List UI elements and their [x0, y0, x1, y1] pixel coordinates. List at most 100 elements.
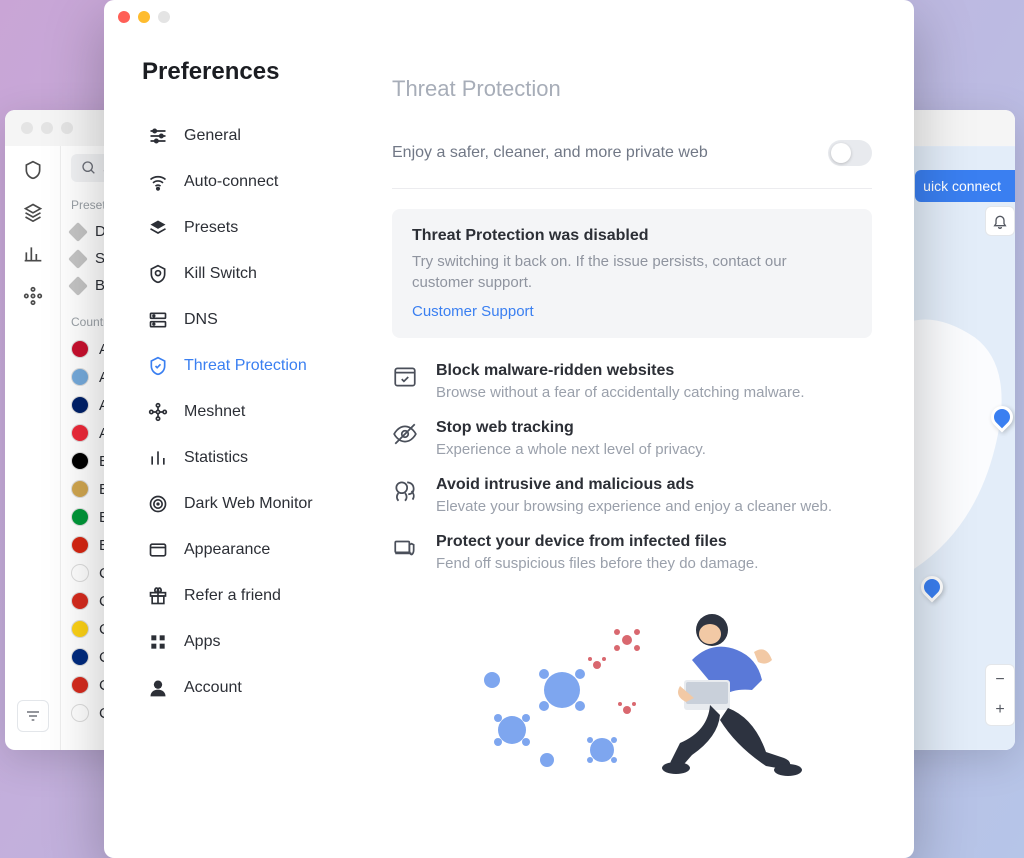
toggle-label: Enjoy a safer, cleaner, and more private…: [392, 144, 708, 162]
nav-item-general[interactable]: General: [142, 118, 354, 154]
feature-icon: [392, 364, 418, 390]
quick-connect-button[interactable]: uick connect: [915, 170, 1015, 202]
feature-item: Block malware-ridden websitesBrowse with…: [392, 362, 872, 401]
notifications-button[interactable]: [985, 206, 1015, 236]
nav-label: Refer a friend: [184, 587, 281, 605]
feature-icon: [392, 478, 418, 504]
illustration: [392, 590, 872, 790]
nav-label: Kill Switch: [184, 265, 257, 283]
preferences-main: Threat Protection Enjoy a safer, cleaner…: [364, 34, 914, 858]
nav-item-refer-a-friend[interactable]: Refer a friend: [142, 578, 354, 614]
nav-label: Presets: [184, 219, 238, 237]
mesh-icon[interactable]: [23, 286, 43, 306]
bg-left-rail: [5, 146, 61, 750]
nav-item-dns[interactable]: DNS: [142, 302, 354, 338]
flag-icon: [71, 368, 89, 386]
nav-item-apps[interactable]: Apps: [142, 624, 354, 660]
feature-list: Block malware-ridden websitesBrowse with…: [392, 362, 872, 572]
feature-item: Avoid intrusive and malicious adsElevate…: [392, 476, 872, 515]
flag-icon: [71, 396, 89, 414]
nav-label: Apps: [184, 633, 220, 651]
shield-icon: [148, 356, 168, 376]
gift-icon: [148, 586, 168, 606]
stats-icon[interactable]: [23, 244, 43, 264]
nav-label: General: [184, 127, 241, 145]
feature-item: Protect your device from infected files F…: [392, 533, 872, 572]
feature-icon: [392, 535, 418, 561]
mesh-icon: [148, 402, 168, 422]
sliders-icon: [25, 708, 41, 724]
alert-text: Try switching it back on. If the issue p…: [412, 251, 852, 293]
nav-label: Appearance: [184, 541, 270, 559]
threat-protection-toggle-row: Enjoy a safer, cleaner, and more private…: [392, 140, 872, 166]
zoom-control[interactable]: −+: [985, 664, 1015, 726]
zoom-in-icon[interactable]: +: [995, 701, 1004, 719]
flag-icon: [71, 424, 89, 442]
bell-icon: [992, 213, 1008, 229]
feature-title: Avoid intrusive and malicious ads: [436, 476, 832, 494]
page-title: Threat Protection: [392, 76, 872, 102]
traffic-light-zoom[interactable]: [158, 11, 170, 23]
target-icon: [148, 494, 168, 514]
server-icon: [148, 310, 168, 330]
filter-button[interactable]: [17, 700, 49, 732]
nav-label: Meshnet: [184, 403, 245, 421]
nav-item-dark-web-monitor[interactable]: Dark Web Monitor: [142, 486, 354, 522]
nav-label: Dark Web Monitor: [184, 495, 313, 513]
nav-item-auto-connect[interactable]: Auto-connect: [142, 164, 354, 200]
nav-item-threat-protection[interactable]: Threat Protection: [142, 348, 354, 384]
search-icon: [81, 160, 97, 176]
flag-icon: [71, 676, 89, 694]
window-icon: [148, 540, 168, 560]
wifi-icon: [148, 172, 168, 192]
flag-icon: [71, 340, 89, 358]
customer-support-link[interactable]: Customer Support: [412, 303, 852, 320]
feature-title: Block malware-ridden websites: [436, 362, 805, 380]
nav-item-appearance[interactable]: Appearance: [142, 532, 354, 568]
user-icon: [148, 678, 168, 698]
nav-item-kill-switch[interactable]: Kill Switch: [142, 256, 354, 292]
feature-title: Protect your device from infected files: [436, 533, 758, 551]
divider: [392, 188, 872, 189]
grid-icon: [148, 632, 168, 652]
shield-off-icon: [148, 264, 168, 284]
nav-label: Auto-connect: [184, 173, 278, 191]
threat-protection-toggle[interactable]: [828, 140, 872, 166]
flag-icon: [71, 536, 89, 554]
nav-item-presets[interactable]: Presets: [142, 210, 354, 246]
nav-item-meshnet[interactable]: Meshnet: [142, 394, 354, 430]
layers-icon: [148, 218, 168, 238]
diamond-icon: [68, 276, 88, 296]
feature-icon: [392, 421, 418, 447]
diamond-icon: [68, 222, 88, 242]
layers-icon[interactable]: [23, 202, 43, 222]
nav-item-account[interactable]: Account: [142, 670, 354, 706]
preferences-sidebar: Preferences GeneralAuto-connectPresetsKi…: [104, 34, 364, 858]
flag-icon: [71, 704, 89, 722]
nav-label: Threat Protection: [184, 357, 307, 375]
disabled-alert: Threat Protection was disabled Try switc…: [392, 209, 872, 338]
nav-label: Statistics: [184, 449, 248, 467]
zoom-out-icon[interactable]: −: [995, 671, 1004, 689]
alert-title: Threat Protection was disabled: [412, 227, 852, 245]
nav-item-statistics[interactable]: Statistics: [142, 440, 354, 476]
stats-icon: [148, 448, 168, 468]
shield-icon[interactable]: [23, 160, 43, 180]
nav-label: DNS: [184, 311, 218, 329]
traffic-light-minimize[interactable]: [138, 11, 150, 23]
feature-item: Stop web trackingExperience a whole next…: [392, 419, 872, 458]
traffic-light-zoom[interactable]: [61, 122, 73, 134]
flag-icon: [71, 592, 89, 610]
flag-icon: [71, 620, 89, 638]
flag-icon: [71, 564, 89, 582]
feature-desc: Fend off suspicious files before they do…: [436, 555, 758, 572]
nav-label: Account: [184, 679, 242, 697]
feature-title: Stop web tracking: [436, 419, 706, 437]
preferences-nav: General Auto-connect Presets Kill Switch DNS…: [142, 118, 354, 706]
traffic-light-minimize[interactable]: [41, 122, 53, 134]
traffic-light-close[interactable]: [118, 11, 130, 23]
pref-titlebar: [104, 0, 914, 34]
diamond-icon: [68, 249, 88, 269]
preferences-window: Preferences GeneralAuto-connectPresetsKi…: [104, 0, 914, 858]
traffic-light-close[interactable]: [21, 122, 33, 134]
